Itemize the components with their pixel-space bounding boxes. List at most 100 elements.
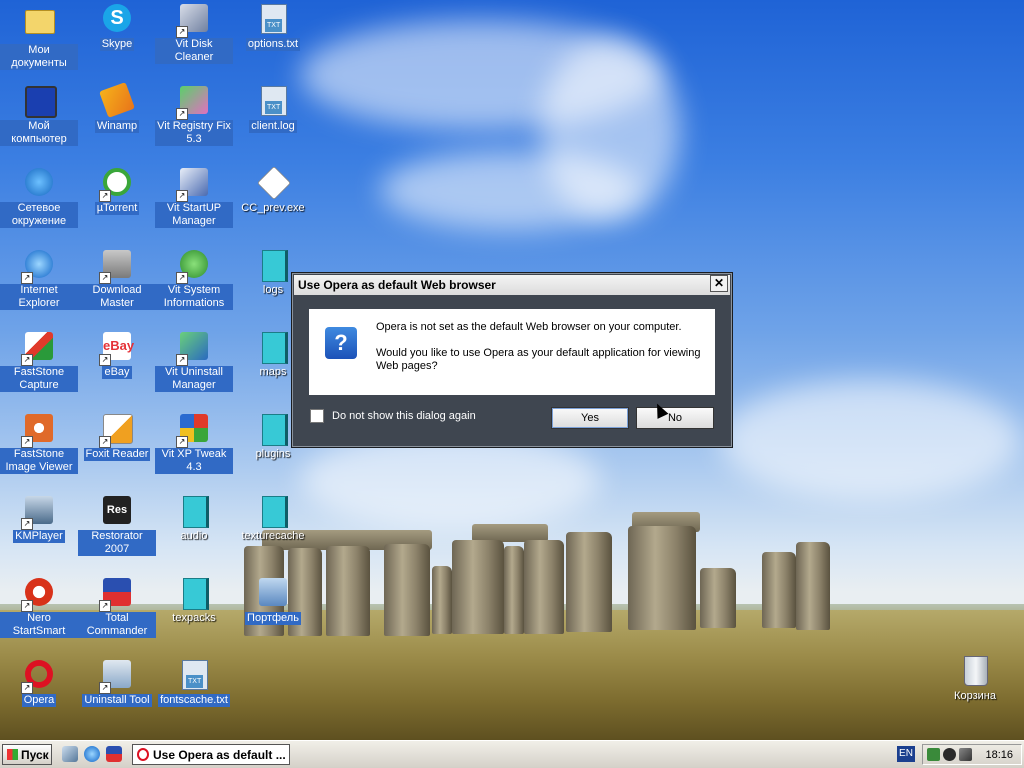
- desktop-icon-nero[interactable]: ↗ Nero StartSmart: [0, 578, 78, 638]
- restorator-icon: Res: [103, 496, 131, 524]
- icon-label: Мой компьютер: [0, 120, 78, 146]
- quicklaunch-internet-explorer-icon[interactable]: [84, 746, 100, 762]
- desktop-icon-options-txt[interactable]: TXT options.txt: [234, 4, 312, 51]
- icon-label: plugins: [255, 448, 291, 460]
- opera-default-browser-dialog: Use Opera as default Web browser ✕ ? Ope…: [291, 272, 733, 448]
- dialog-message-panel: ? Opera is not set as the default Web br…: [309, 309, 715, 395]
- desktop-icon-client-log[interactable]: TXT client.log: [234, 86, 312, 133]
- desktop-icon-kmplayer[interactable]: ↗ KMPlayer: [0, 496, 78, 543]
- icon-label: FastStone Capture: [0, 366, 78, 392]
- dont-show-again-row[interactable]: Do not show this dialog again: [310, 409, 476, 423]
- icon-label: µTorrent: [94, 202, 140, 215]
- desktop-icon-opera[interactable]: ↗ Opera: [0, 660, 78, 707]
- icon-label: Корзина: [954, 690, 996, 702]
- shortcut-arrow-icon: ↗: [99, 682, 111, 694]
- desktop-icon-skype[interactable]: S Skype: [78, 4, 156, 51]
- shortcut-arrow-icon: ↗: [21, 436, 33, 448]
- shortcut-arrow-icon: ↗: [99, 600, 111, 612]
- shortcut-arrow-icon: ↗: [21, 518, 33, 530]
- desktop-icon-vit-xp-tweak[interactable]: ↗ Vit XP Tweak 4.3: [155, 414, 233, 474]
- icon-label: fontscache.txt: [158, 694, 230, 707]
- cloud: [720, 380, 1020, 500]
- icon-label: Vit StartUP Manager: [155, 202, 233, 228]
- yes-button[interactable]: Yes: [551, 407, 629, 429]
- desktop-icon-my-computer[interactable]: Мой компьютер: [0, 86, 78, 146]
- folder-icon: [183, 578, 209, 610]
- desktop-icon-texpacks[interactable]: texpacks: [155, 578, 233, 625]
- quicklaunch-total-commander-icon[interactable]: [106, 746, 122, 762]
- icon-label: Total Commander: [78, 612, 156, 638]
- recycle-bin-icon: [964, 656, 988, 686]
- desktop-icon-vit-startup-manager[interactable]: ↗ Vit StartUP Manager: [155, 168, 233, 228]
- desktop-icon-audio[interactable]: audio: [155, 496, 233, 543]
- icon-label: Foxit Reader: [83, 448, 151, 461]
- task-label: Use Opera as default ...: [153, 748, 286, 762]
- tray-tools-icon[interactable]: [959, 748, 972, 761]
- desktop-icon-restorator[interactable]: Res Restorator 2007: [78, 496, 156, 556]
- tray-media-icon[interactable]: [943, 748, 956, 761]
- shortcut-arrow-icon: ↗: [21, 354, 33, 366]
- shortcut-arrow-icon: ↗: [176, 108, 188, 120]
- dialog-message: Opera is not set as the default Web brow…: [376, 321, 706, 386]
- desktop-icon-vit-uninstall-manager[interactable]: ↗ Vit Uninstall Manager: [155, 332, 233, 392]
- quicklaunch-show-desktop-icon[interactable]: [62, 746, 78, 762]
- desktop-icon-texturecache[interactable]: texturecache: [234, 496, 312, 543]
- icon-label: Vit Registry Fix 5.3: [155, 120, 233, 146]
- icon-label: Vit Uninstall Manager: [155, 366, 233, 392]
- shortcut-arrow-icon: ↗: [176, 190, 188, 202]
- icon-label: CC_prev.exe: [241, 202, 305, 214]
- shortcut-arrow-icon: ↗: [176, 26, 188, 38]
- no-button[interactable]: No: [636, 407, 714, 429]
- icon-label: Vit System Informations: [155, 284, 233, 310]
- desktop-icon-fontscache[interactable]: TXT fontscache.txt: [155, 660, 233, 707]
- text-file-icon: TXT: [261, 4, 287, 34]
- desktop-icon-total-commander[interactable]: ↗ Total Commander: [78, 578, 156, 638]
- desktop-icon-foxit-reader[interactable]: ↗ Foxit Reader: [78, 414, 156, 461]
- icon-label: Internet Explorer: [0, 284, 78, 310]
- icon-label: Uninstall Tool: [82, 694, 152, 707]
- icon-label: client.log: [249, 120, 297, 133]
- icon-label: options.txt: [245, 38, 301, 51]
- desktop-icon-faststone-viewer[interactable]: ↗ FastStone Image Viewer: [0, 414, 78, 474]
- folder-icon: [262, 332, 288, 364]
- desktop-icon-network[interactable]: Сетевое окружение: [0, 168, 78, 228]
- icon-label: Restorator 2007: [78, 530, 156, 556]
- desktop-icon-cc-prev[interactable]: CC_prev.exe: [234, 166, 312, 215]
- desktop-icon-vit-system-informations[interactable]: ↗ Vit System Informations: [155, 250, 233, 310]
- icon-label: logs: [262, 284, 284, 296]
- computer-icon: [25, 86, 57, 118]
- clock[interactable]: 18:16: [985, 745, 1013, 765]
- icon-label: texpacks: [172, 612, 216, 624]
- desktop-icon-vit-registry-fix[interactable]: ↗ Vit Registry Fix 5.3: [155, 86, 233, 146]
- system-tray: 18:16: [922, 744, 1022, 765]
- close-icon[interactable]: ✕: [710, 275, 728, 292]
- dialog-title: Use Opera as default Web browser: [294, 275, 730, 295]
- desktop-icon-uninstall-tool[interactable]: ↗ Uninstall Tool: [78, 660, 156, 707]
- desktop-icon-recycle-bin[interactable]: Корзина: [936, 656, 1014, 703]
- shortcut-arrow-icon: ↗: [176, 354, 188, 366]
- desktop-icon-my-documents[interactable]: Мои документы: [0, 4, 78, 70]
- tray-network-icon[interactable]: [927, 748, 940, 761]
- desktop-icon-download-master[interactable]: ↗ Download Master: [78, 250, 156, 310]
- desktop-icon-internet-explorer[interactable]: ↗ Internet Explorer: [0, 250, 78, 310]
- icon-label: Мои документы: [0, 44, 78, 70]
- start-button[interactable]: Пуск: [2, 744, 52, 765]
- cube-app-icon: [257, 166, 291, 200]
- taskbar-task-opera-dialog[interactable]: Use Opera as default ...: [132, 744, 290, 765]
- icon-label: Skype: [99, 38, 135, 51]
- icon-label: Vit XP Tweak 4.3: [155, 448, 233, 474]
- icon-label: Opera: [21, 694, 57, 707]
- desktop-icon-winamp[interactable]: Winamp: [78, 82, 156, 133]
- desktop-icon-utorrent[interactable]: ↗ µTorrent: [78, 168, 156, 215]
- desktop-icon-faststone-capture[interactable]: ↗ FastStone Capture: [0, 332, 78, 392]
- folder-icon: [183, 496, 209, 528]
- shortcut-arrow-icon: ↗: [99, 354, 111, 366]
- desktop-icon-briefcase[interactable]: Портфель: [234, 578, 312, 625]
- shortcut-arrow-icon: ↗: [176, 272, 188, 284]
- language-indicator[interactable]: EN: [897, 746, 915, 762]
- dont-show-again-checkbox[interactable]: [310, 409, 324, 423]
- desktop-icon-vit-disk-cleaner[interactable]: ↗ Vit Disk Cleaner: [155, 4, 233, 64]
- desktop-icon-ebay[interactable]: eBay ↗ eBay: [78, 332, 156, 379]
- icon-label: Nero StartSmart: [0, 612, 78, 638]
- icon-label: FastStone Image Viewer: [0, 448, 78, 474]
